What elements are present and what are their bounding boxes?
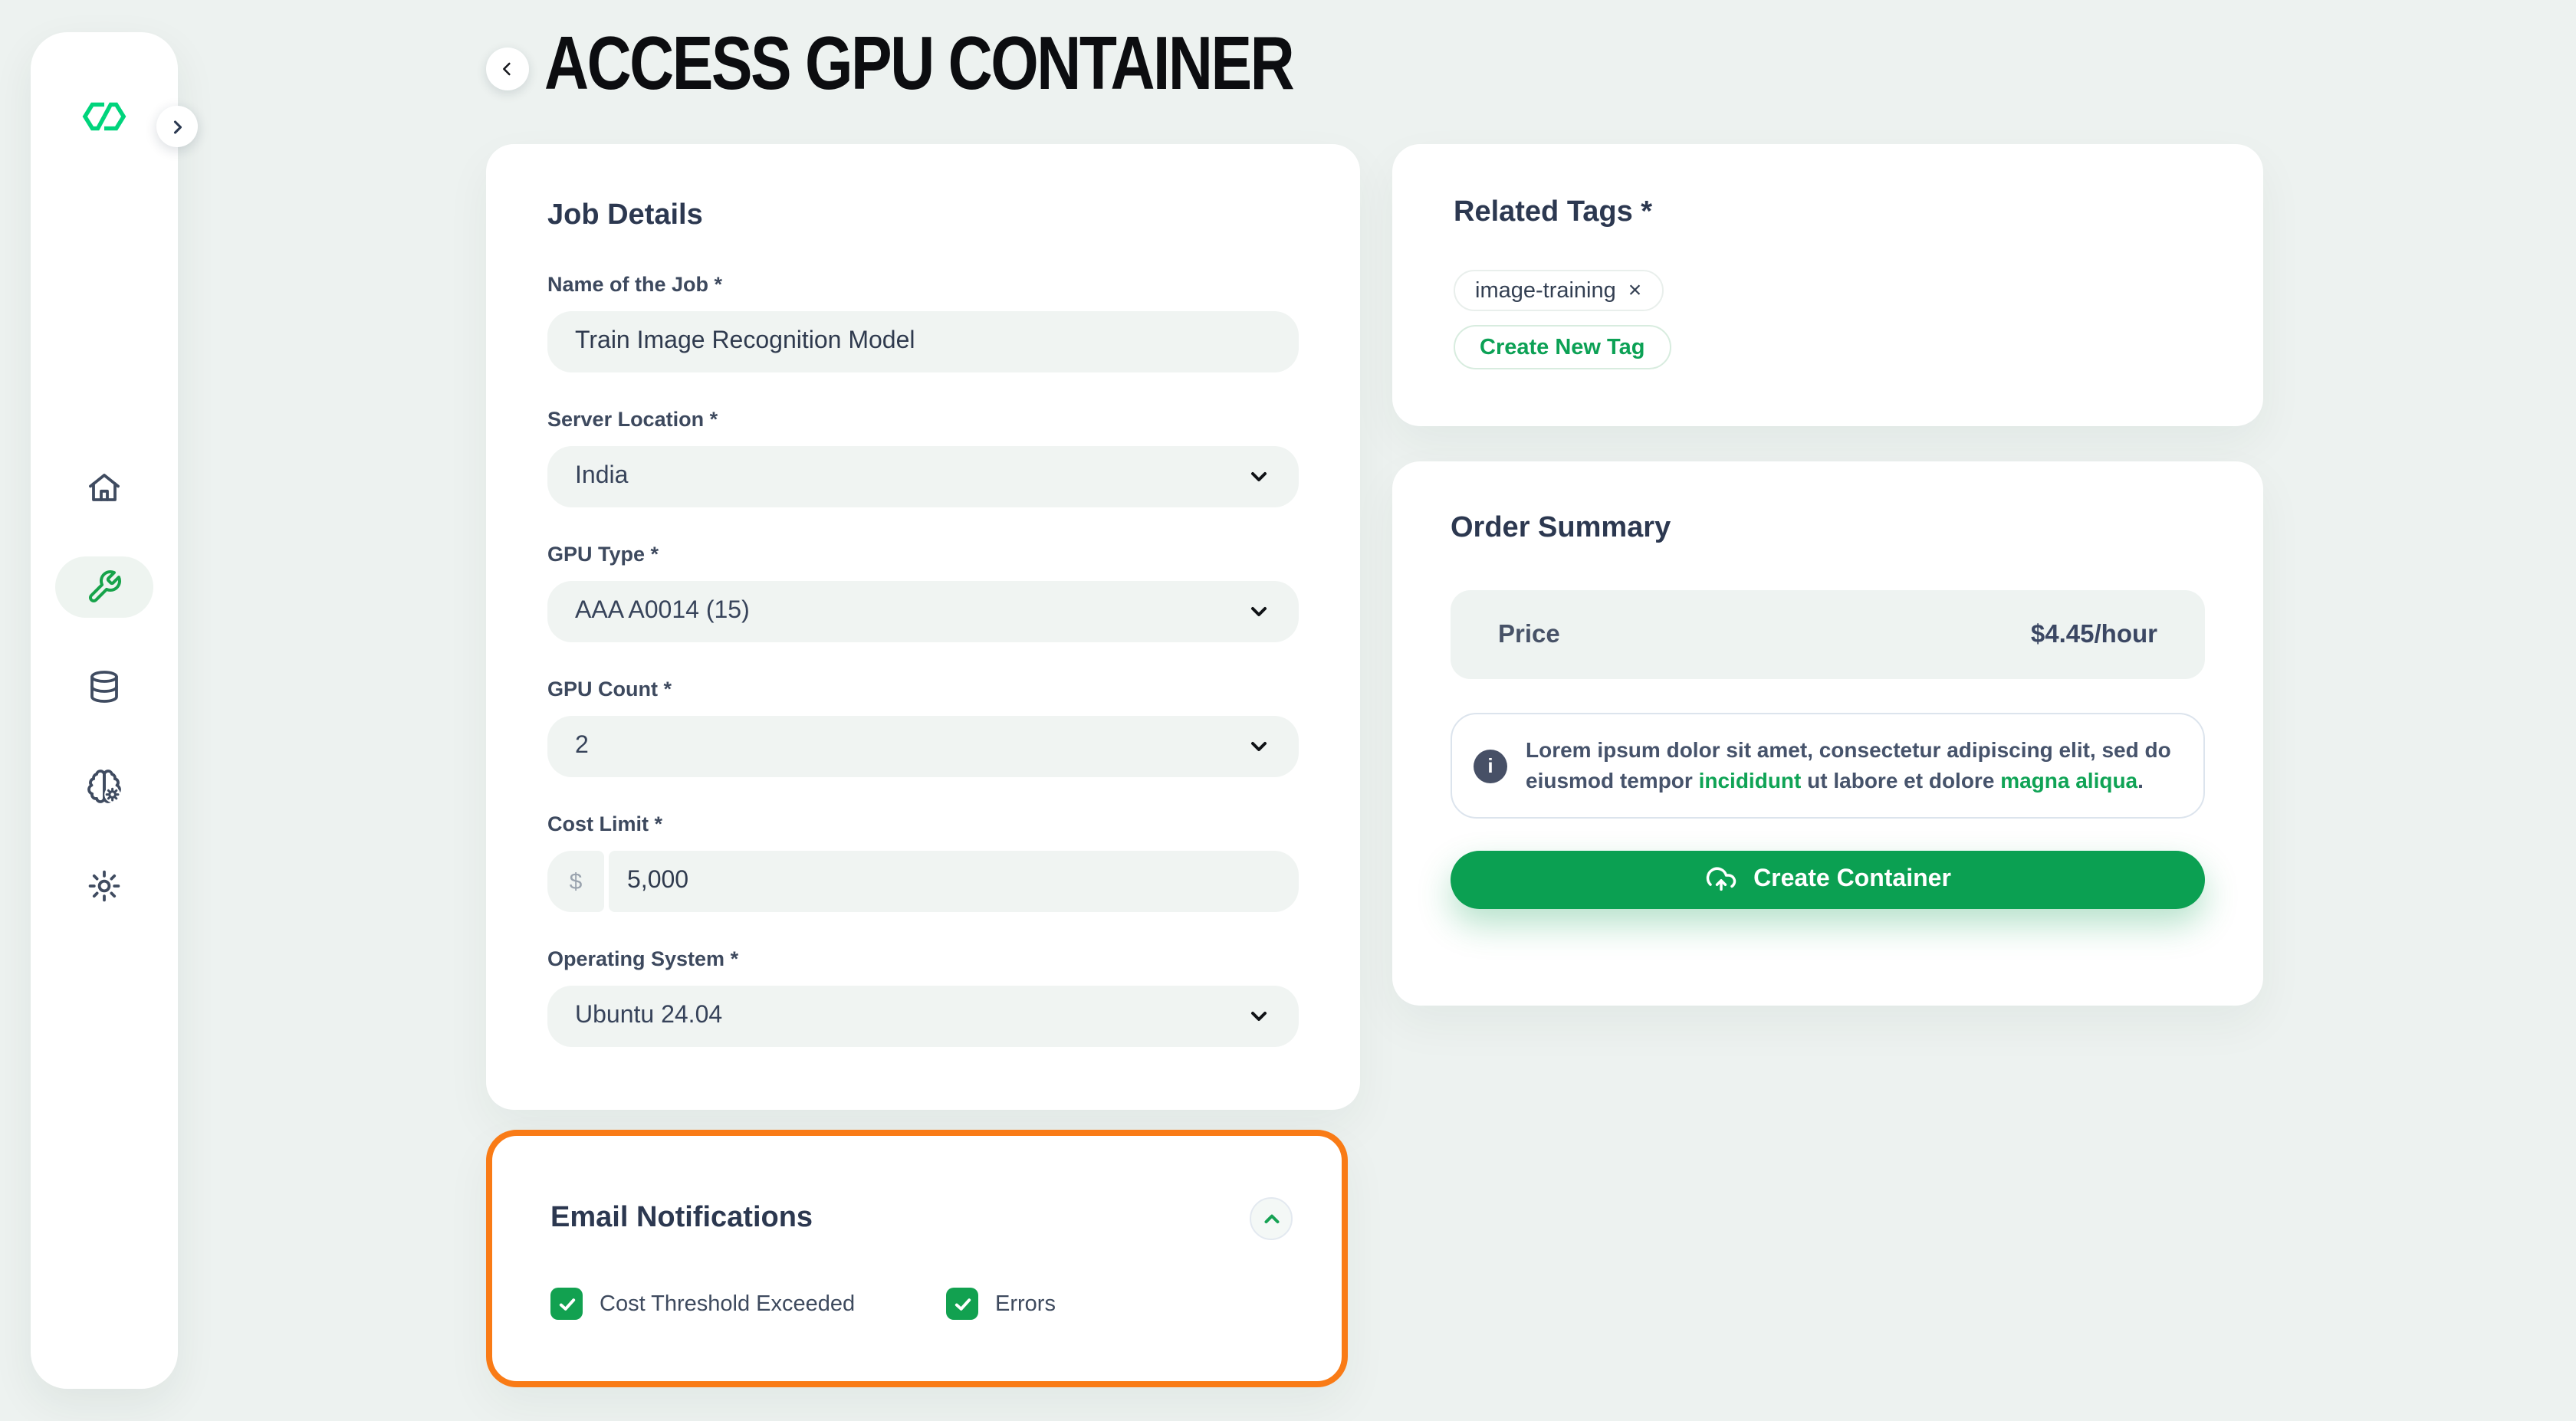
gpu-type-select[interactable]: AAA A0014 (15) (547, 581, 1299, 642)
chevron-down-icon (1247, 599, 1271, 624)
brain-gear-icon (86, 768, 123, 805)
checkbox-label: Cost Threshold Exceeded (600, 1291, 855, 1316)
email-notifications-card: Email Notifications Cost Threshold Excee… (486, 1130, 1348, 1387)
sidebar-item-settings[interactable] (55, 855, 153, 917)
order-summary-card: Order Summary Price $4.45/hour i Lorem i… (1392, 461, 2263, 1006)
summary-note: i Lorem ipsum dolor sit amet, consectetu… (1451, 713, 2205, 819)
database-icon (86, 668, 123, 705)
gpu-count-select[interactable]: 2 (547, 716, 1299, 777)
wrench-icon (86, 569, 123, 605)
server-location-select[interactable]: India (547, 446, 1299, 507)
related-tags-card: Related Tags * image-training × Create N… (1392, 144, 2263, 426)
chevron-left-icon (497, 58, 518, 80)
back-button[interactable] (486, 48, 529, 90)
field-gpu-count: GPU Count * 2 (547, 678, 1299, 777)
chevron-down-icon (1247, 734, 1271, 759)
infinity-logo-icon (81, 100, 127, 141)
remove-tag-icon[interactable]: × (1628, 279, 1642, 302)
currency-prefix: $ (547, 851, 604, 912)
app: ACCESS GPU CONTAINER Job Details Name of… (0, 0, 2576, 1421)
field-operating-system: Operating System * Ubuntu 24.04 (547, 947, 1299, 1047)
sidebar-item-home[interactable] (55, 457, 153, 518)
collapse-section-button[interactable] (1250, 1197, 1293, 1240)
sidebar-nav (31, 457, 178, 917)
cloud-upload-icon (1704, 864, 1737, 896)
price-value: $4.45/hour (2031, 620, 2157, 649)
checkbox-checked-icon[interactable] (550, 1288, 583, 1320)
page-title: ACCESS GPU CONTAINER (544, 28, 1293, 103)
gpu-count-value: 2 (575, 733, 589, 760)
field-job-name: Name of the Job * (547, 273, 1299, 372)
gpu-count-label: GPU Count * (547, 678, 1299, 702)
sidebar-item-tools[interactable] (55, 556, 153, 618)
sidebar-expand-button[interactable] (156, 106, 198, 147)
job-name-label: Name of the Job * (547, 273, 1299, 297)
server-location-label: Server Location * (547, 408, 1299, 432)
related-tags-title: Related Tags * (1454, 196, 2202, 230)
server-location-value: India (575, 463, 628, 491)
field-cost-limit: Cost Limit * $ (547, 812, 1299, 912)
checkbox-label: Errors (995, 1291, 1056, 1316)
checkbox-cost-threshold[interactable]: Cost Threshold Exceeded (550, 1288, 946, 1320)
create-container-label: Create Container (1753, 866, 1951, 894)
sidebar-item-ai-settings[interactable] (55, 756, 153, 817)
tag-image-training[interactable]: image-training × (1454, 270, 1663, 311)
job-name-input[interactable] (547, 311, 1299, 372)
job-details-title: Job Details (547, 199, 1299, 233)
sidebar-item-storage[interactable] (55, 656, 153, 717)
chevron-down-icon (1247, 464, 1271, 489)
price-row: Price $4.45/hour (1451, 590, 2205, 679)
summary-note-text: Lorem ipsum dolor sit amet, consectetur … (1526, 736, 2179, 796)
chevron-up-icon (1260, 1207, 1283, 1230)
notification-options-row: Cost Threshold Exceeded Errors (550, 1288, 1293, 1320)
gpu-type-value: AAA A0014 (15) (575, 598, 750, 625)
operating-system-select[interactable]: Ubuntu 24.04 (547, 986, 1299, 1047)
checkbox-errors[interactable]: Errors (946, 1288, 1056, 1320)
email-notifications-title: Email Notifications (550, 1202, 813, 1236)
info-icon: i (1474, 749, 1507, 783)
home-icon (86, 469, 123, 506)
job-details-card: Job Details Name of the Job * Server Loc… (486, 144, 1360, 1110)
gpu-type-label: GPU Type * (547, 543, 1299, 567)
field-server-location: Server Location * India (547, 408, 1299, 507)
cost-limit-label: Cost Limit * (547, 812, 1299, 837)
create-container-button[interactable]: Create Container (1451, 851, 2205, 909)
order-summary-title: Order Summary (1451, 512, 2205, 546)
tag-label: image-training (1475, 278, 1616, 303)
cost-limit-input[interactable] (609, 851, 1299, 912)
field-gpu-type: GPU Type * AAA A0014 (15) (547, 543, 1299, 642)
operating-system-label: Operating System * (547, 947, 1299, 972)
gear-icon (86, 868, 123, 904)
sidebar (31, 32, 178, 1389)
create-new-tag-button[interactable]: Create New Tag (1454, 325, 1671, 369)
operating-system-value: Ubuntu 24.04 (575, 1003, 722, 1030)
price-label: Price (1498, 620, 1560, 649)
checkbox-checked-icon[interactable] (946, 1288, 978, 1320)
chevron-down-icon (1247, 1004, 1271, 1029)
chevron-right-icon (166, 116, 188, 137)
